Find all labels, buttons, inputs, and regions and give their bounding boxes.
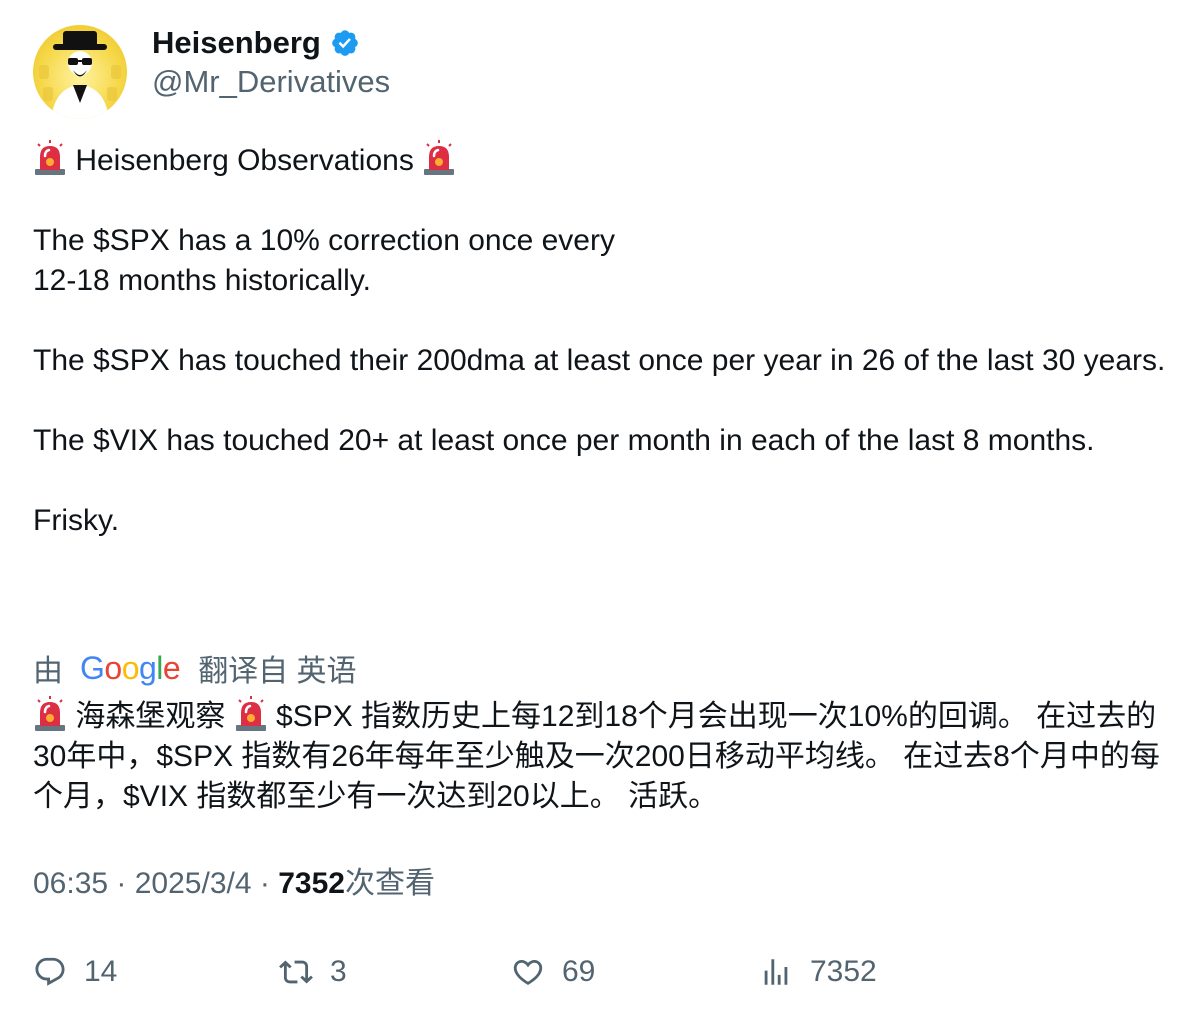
google-logo: Google [80, 649, 181, 686]
author-handle[interactable]: @Mr_Derivatives [152, 62, 390, 102]
repost-icon [279, 960, 313, 984]
views-button[interactable]: 7352 [759, 950, 877, 994]
police-siren-icon [35, 140, 65, 175]
translated-text-part-1: 海森堡观察 [67, 700, 234, 733]
display-name-row: Heisenberg [152, 25, 390, 61]
analytics-icon [764, 959, 788, 985]
translated-text: 海森堡观察 $SPX 指数历史上每12到18个月会出现一次10%的回调。 在过去… [33, 696, 1173, 817]
like-count: 69 [562, 955, 596, 988]
reply-count: 14 [84, 955, 118, 988]
meta-separator: · [251, 867, 279, 900]
repost-button[interactable]: 3 [279, 950, 347, 994]
views-count: 7352 [278, 867, 345, 900]
translation-prefix: 由 [33, 655, 63, 688]
tweet-time[interactable]: 06:35 [33, 867, 108, 900]
police-siren-icon [235, 696, 266, 731]
action-bar: 14 3 69 7352 [33, 950, 1163, 994]
tweet-paragraph-2: The $SPX has touched their 200dma at lea… [33, 344, 1166, 377]
tweet-meta: 06:35 · 2025/3/4 · 7352次查看 [33, 864, 435, 904]
translation-suffix: 翻译自 英语 [198, 655, 357, 688]
tweet-paragraph-1-line-1: The $SPX has a 10% correction once every [33, 224, 615, 257]
tweet-paragraph-3: The $VIX has touched 20+ at least once p… [33, 424, 1095, 457]
tweet-text: Heisenberg Observations The $SPX has a 1… [33, 140, 1173, 541]
meta-separator: · [108, 867, 135, 900]
police-siren-icon [424, 140, 455, 175]
like-button[interactable]: 69 [511, 950, 595, 994]
reply-button[interactable]: 14 [33, 950, 117, 994]
verified-badge-icon[interactable] [330, 28, 360, 58]
tweet-header: Heisenberg @Mr_Derivatives [33, 25, 390, 121]
views-label: 次查看 [344, 867, 435, 900]
tweet-date[interactable]: 2025/3/4 [135, 867, 252, 900]
tweet-paragraph-4: Frisky. [33, 504, 120, 537]
tweet-title-line: Heisenberg Observations [33, 140, 1173, 181]
tweet-card: Heisenberg @Mr_Derivatives Heisenberg Ob… [0, 0, 1196, 1018]
translation-attribution[interactable]: 由 Google 翻译自 英语 [33, 648, 357, 689]
author-names: Heisenberg @Mr_Derivatives [152, 25, 390, 102]
heisenberg-avatar-icon [39, 31, 121, 119]
police-siren-icon [35, 696, 65, 731]
heart-icon [513, 959, 543, 985]
views-action-count: 7352 [810, 955, 877, 988]
tweet-title-text: Heisenberg Observations [67, 144, 423, 177]
tweet-paragraph-1-line-2: 12-18 months historically. [33, 264, 371, 297]
display-name[interactable]: Heisenberg [152, 25, 321, 61]
reply-icon [35, 957, 65, 986]
avatar[interactable] [33, 25, 127, 119]
repost-count: 3 [330, 955, 347, 988]
